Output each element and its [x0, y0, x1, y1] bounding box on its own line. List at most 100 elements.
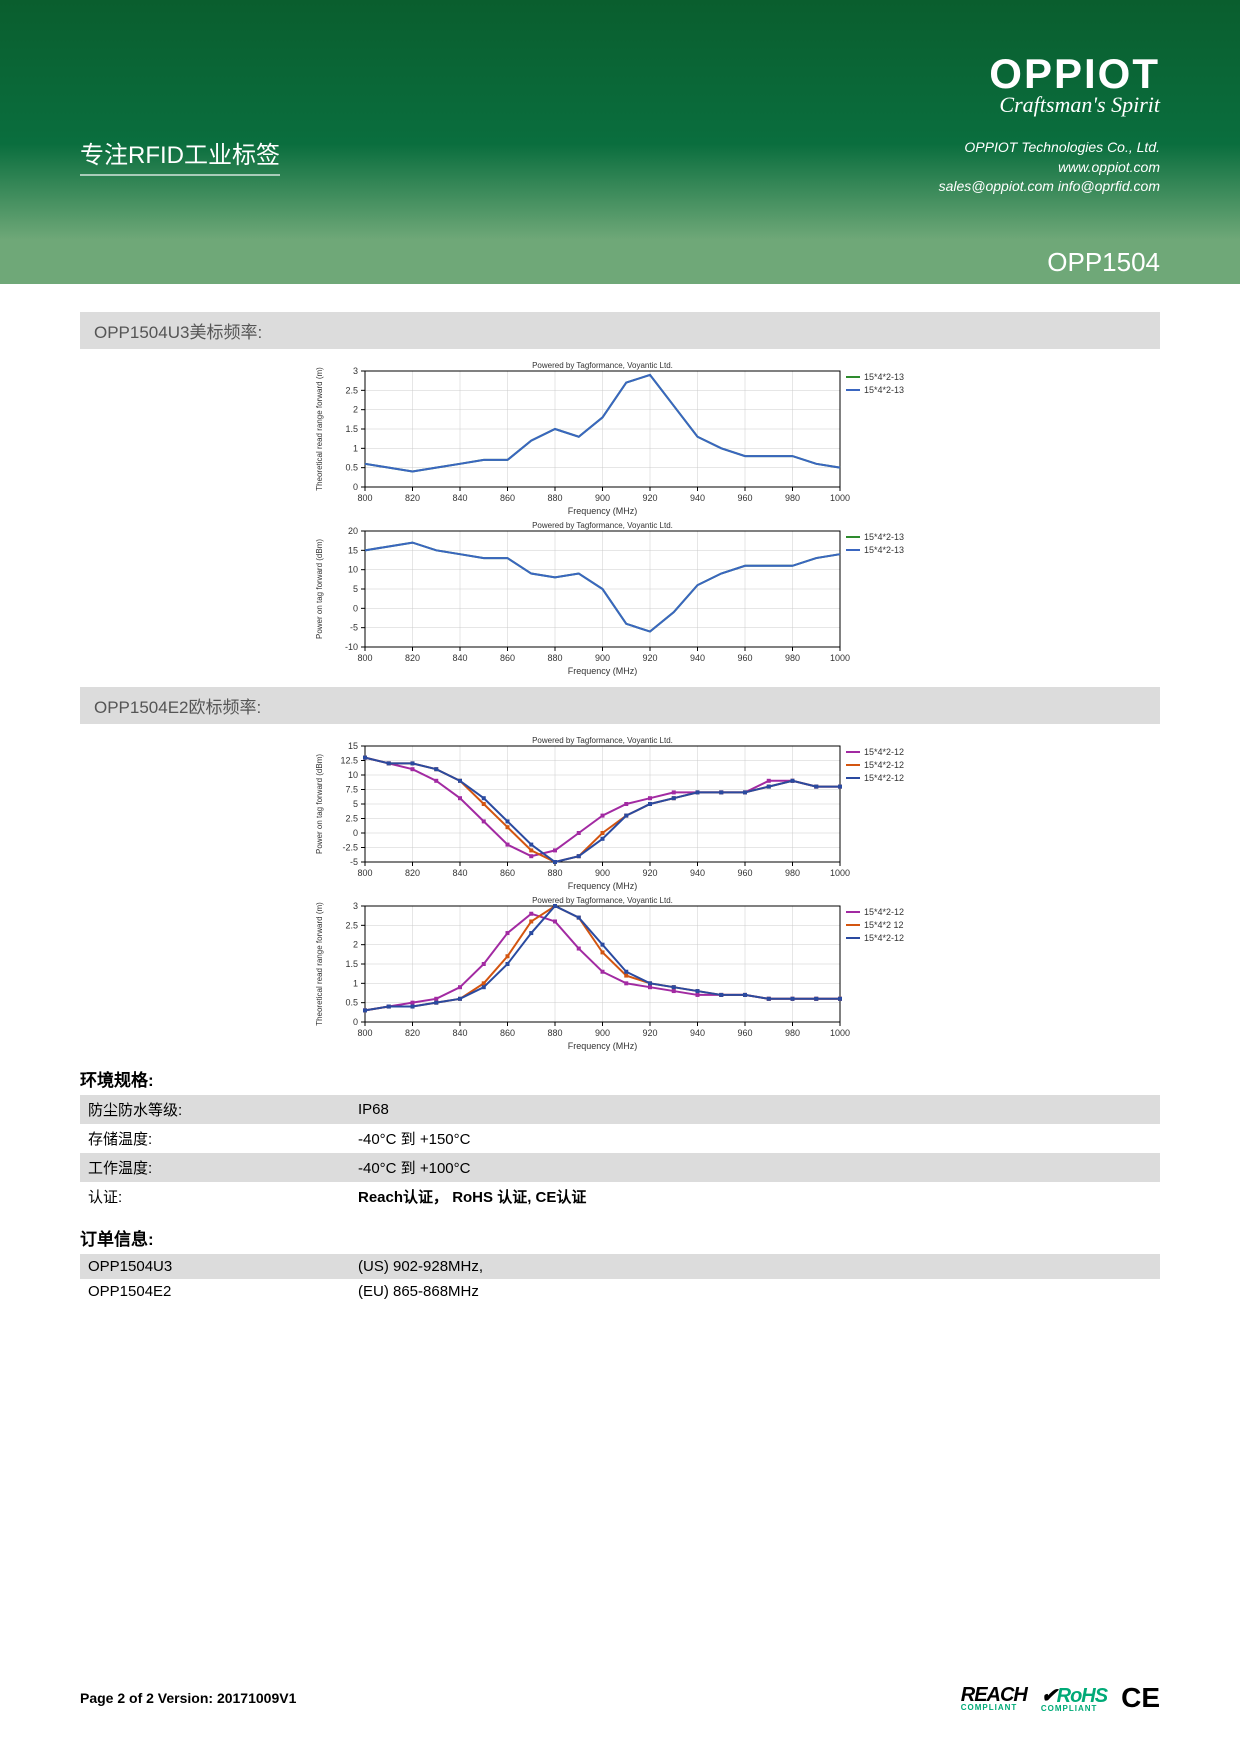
svg-text:3: 3 — [353, 366, 358, 376]
svg-text:820: 820 — [405, 653, 420, 663]
svg-text:900: 900 — [595, 653, 610, 663]
chart-us-power: 8008208408608809009209409609801000-10-50… — [310, 517, 930, 677]
spec-label: 认证: — [80, 1182, 350, 1211]
svg-text:1000: 1000 — [830, 1028, 850, 1038]
table-row: OPP1504E2(EU) 865-868MHz — [80, 1279, 1160, 1304]
logo-area: OPPIOT Craftsman's Spirit OPPIOT Technol… — [939, 50, 1160, 197]
svg-text:3: 3 — [353, 901, 358, 911]
svg-text:980: 980 — [785, 493, 800, 503]
svg-text:Powered by Tagformance, Voyant: Powered by Tagformance, Voyantic Ltd. — [532, 736, 673, 745]
table-row: 工作温度:-40°C 到 +100°C — [80, 1153, 1160, 1182]
svg-text:Power on tag forward (dBm): Power on tag forward (dBm) — [315, 754, 324, 854]
svg-text:Powered by Tagformance, Voyant: Powered by Tagformance, Voyantic Ltd. — [532, 361, 673, 370]
svg-text:0: 0 — [353, 603, 358, 613]
logo-tagline: Craftsman's Spirit — [939, 92, 1160, 118]
svg-text:Frequency (MHz): Frequency (MHz) — [568, 506, 638, 516]
spec-value: -40°C 到 +150°C — [350, 1124, 1160, 1153]
svg-text:980: 980 — [785, 1028, 800, 1038]
svg-text:940: 940 — [690, 493, 705, 503]
svg-text:880: 880 — [547, 653, 562, 663]
svg-text:20: 20 — [348, 526, 358, 536]
svg-text:Frequency (MHz): Frequency (MHz) — [568, 881, 638, 891]
svg-text:920: 920 — [642, 493, 657, 503]
svg-text:1000: 1000 — [830, 653, 850, 663]
svg-text:900: 900 — [595, 868, 610, 878]
svg-text:Powered by Tagformance, Voyant: Powered by Tagformance, Voyantic Ltd. — [532, 896, 673, 905]
svg-text:1.5: 1.5 — [345, 424, 358, 434]
svg-text:0: 0 — [353, 482, 358, 492]
footer: Page 2 of 2 Version: 20171009V1 REACHCOM… — [0, 1682, 1240, 1714]
page-info: Page 2 of 2 Version: 20171009V1 — [80, 1690, 296, 1706]
svg-text:0: 0 — [353, 828, 358, 838]
svg-text:Theoretical read range forward: Theoretical read range forward (m) — [315, 902, 324, 1026]
order-title: 订单信息: — [80, 1225, 1160, 1250]
spec-value: (EU) 865-868MHz — [350, 1279, 1160, 1304]
svg-text:15: 15 — [348, 545, 358, 555]
reach-badge: REACHCOMPLIANT — [961, 1684, 1027, 1712]
chart1-title: OPP1504U3美标频率: — [80, 312, 1160, 349]
svg-text:15*4*2-13: 15*4*2-13 — [864, 545, 904, 555]
svg-text:960: 960 — [737, 653, 752, 663]
svg-text:880: 880 — [547, 1028, 562, 1038]
svg-text:860: 860 — [500, 1028, 515, 1038]
svg-text:960: 960 — [737, 1028, 752, 1038]
spec-label: OPP1504E2 — [80, 1279, 350, 1304]
spec-label: 工作温度: — [80, 1153, 350, 1182]
spec-value: Reach认证， RoHS 认证, CE认证 — [350, 1182, 1160, 1211]
svg-text:820: 820 — [405, 868, 420, 878]
svg-text:10: 10 — [348, 565, 358, 575]
svg-text:15*4*2-12: 15*4*2-12 — [864, 933, 904, 943]
svg-text:Frequency (MHz): Frequency (MHz) — [568, 1041, 638, 1051]
svg-text:980: 980 — [785, 868, 800, 878]
svg-text:15*4*2-13: 15*4*2-13 — [864, 372, 904, 382]
svg-text:900: 900 — [595, 493, 610, 503]
compliance-badges: REACHCOMPLIANT ✔RoHSCOMPLIANT CE — [961, 1682, 1160, 1714]
company-info: OPPIOT Technologies Co., Ltd. www.oppiot… — [939, 138, 1160, 197]
svg-text:Powered by Tagformance, Voyant: Powered by Tagformance, Voyantic Ltd. — [532, 521, 673, 530]
svg-text:15*4*2-12: 15*4*2-12 — [864, 773, 904, 783]
svg-text:0.5: 0.5 — [345, 463, 358, 473]
svg-text:940: 940 — [690, 653, 705, 663]
svg-text:840: 840 — [452, 653, 467, 663]
svg-text:880: 880 — [547, 493, 562, 503]
logo: OPPIOT — [939, 50, 1160, 98]
svg-text:860: 860 — [500, 493, 515, 503]
svg-text:960: 960 — [737, 868, 752, 878]
svg-text:800: 800 — [357, 653, 372, 663]
table-row: 防尘防水等级:IP68 — [80, 1095, 1160, 1124]
svg-text:840: 840 — [452, 1028, 467, 1038]
svg-text:860: 860 — [500, 868, 515, 878]
svg-text:12.5: 12.5 — [340, 756, 358, 766]
rohs-badge: ✔RoHSCOMPLIANT — [1041, 1683, 1107, 1713]
svg-text:840: 840 — [452, 493, 467, 503]
svg-text:840: 840 — [452, 868, 467, 878]
chart-us-readrange: 800820840860880900920940960980100000.511… — [310, 357, 930, 517]
chart1-block: 800820840860880900920940960980100000.511… — [80, 357, 1160, 677]
svg-text:-5: -5 — [350, 857, 358, 867]
table-row: 存储温度:-40°C 到 +150°C — [80, 1124, 1160, 1153]
svg-text:Frequency (MHz): Frequency (MHz) — [568, 666, 638, 676]
svg-text:15*4*2-12: 15*4*2-12 — [864, 907, 904, 917]
svg-text:800: 800 — [357, 1028, 372, 1038]
svg-text:15*4*2-13: 15*4*2-13 — [864, 385, 904, 395]
spec-value: (US) 902-928MHz, — [350, 1254, 1160, 1279]
svg-text:920: 920 — [642, 653, 657, 663]
svg-text:800: 800 — [357, 493, 372, 503]
chart-eu-readrange: 800820840860880900920940960980100000.511… — [310, 892, 930, 1052]
svg-text:940: 940 — [690, 868, 705, 878]
content: OPP1504U3美标频率: 800 820 840 860 880 900 920 940 9… — [0, 284, 1240, 1304]
spec-value: -40°C 到 +100°C — [350, 1153, 1160, 1182]
chart2-block: 800 820 840 860 880 900 920 940 960 980 1000 -5 -2.5… — [80, 732, 1160, 1052]
product-code: OPP1504 — [1047, 247, 1160, 278]
svg-text:800: 800 — [357, 868, 372, 878]
spec-label: OPP1504U3 — [80, 1254, 350, 1279]
svg-text:-2.5: -2.5 — [342, 843, 358, 853]
svg-text:-10: -10 — [345, 642, 358, 652]
order-table: OPP1504U3(US) 902-928MHz,OPP1504E2(EU) 8… — [80, 1254, 1160, 1304]
svg-text:15: 15 — [348, 741, 358, 751]
svg-text:920: 920 — [642, 868, 657, 878]
svg-text:10: 10 — [348, 770, 358, 780]
svg-text:7.5: 7.5 — [345, 785, 358, 795]
svg-text:15*4*2-13: 15*4*2-13 — [864, 532, 904, 542]
product-band: OPP1504 — [0, 240, 1240, 284]
